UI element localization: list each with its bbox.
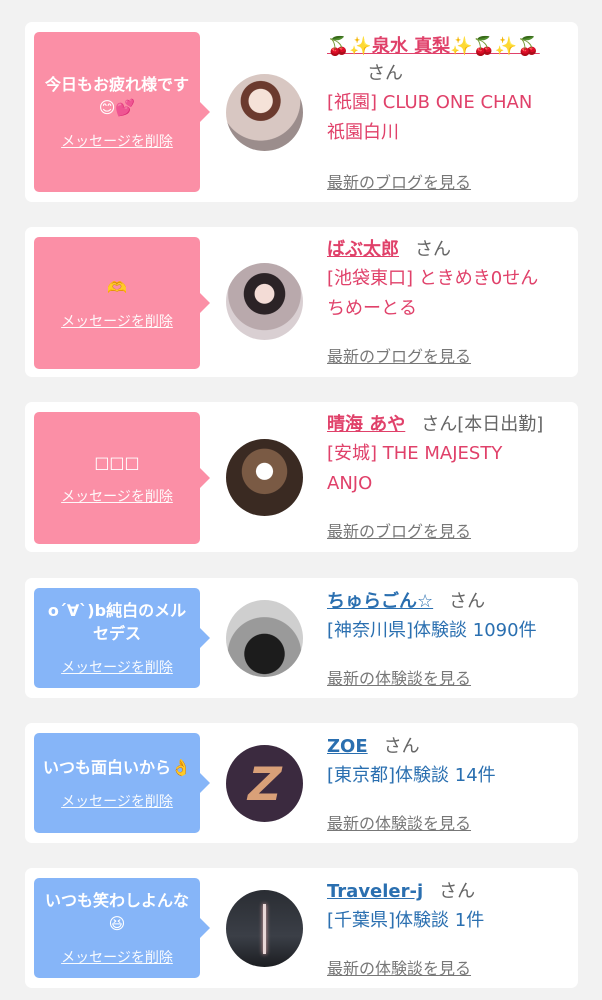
card: 🫶 メッセージを削除 ばぶ太郎 さん [池袋東口] ときめき0せん ちめーとる 最… — [25, 227, 578, 377]
delete-message-link[interactable]: メッセージを削除 — [61, 793, 173, 811]
latest-blog-link[interactable]: 最新のブログを見る — [327, 343, 471, 367]
report-count: [東京都]体験談 14件 — [327, 765, 496, 786]
message-text: いつも笑わしよんな😆 — [44, 891, 189, 933]
avatar[interactable] — [226, 263, 303, 340]
honorific: さん — [449, 591, 486, 612]
user-info: 🍒✨泉水 真梨✨🍒✨🍒 さん [祇園] CLUB ONE CHAN 祇園白川 — [327, 32, 568, 148]
avatar[interactable] — [226, 74, 303, 151]
card: □□□ メッセージを削除 晴海 あや さん[本日出勤] [安城] THE MAJE… — [25, 402, 578, 552]
shop-line: [池袋東口] ときめき0せん — [327, 268, 539, 289]
delete-message-link[interactable]: メッセージを削除 — [61, 313, 173, 331]
user-info: 晴海 あや さん[本日出勤] [安城] THE MAJESTY ANJO — [327, 410, 568, 499]
avatar[interactable] — [226, 600, 303, 677]
latest-blog-link[interactable]: 最新のブログを見る — [327, 169, 471, 193]
latest-report-link[interactable]: 最新の体験談を見る — [327, 955, 471, 979]
message-text: いつも面白いから👌 — [43, 757, 191, 777]
report-count: [神奈川県]体験談 1090件 — [327, 620, 537, 641]
tower-icon — [263, 903, 266, 954]
message-bubble: o´∀`)b純白のメルセデス メッセージを削除 — [34, 588, 210, 688]
shop-line: ちめーとる — [327, 298, 417, 319]
delete-message-link[interactable]: メッセージを削除 — [61, 949, 173, 967]
status-badge: [本日出勤] — [457, 414, 544, 435]
card: いつも面白いから👌 メッセージを削除 Z ZOE さん [東京都]体験談 14件 … — [25, 723, 578, 843]
latest-blog-link[interactable]: 最新のブログを見る — [327, 518, 471, 542]
honorific: さん — [415, 239, 451, 260]
user-name-link[interactable]: Traveler-j — [327, 881, 423, 902]
user-info: ばぶ太郎 さん [池袋東口] ときめき0せん ちめーとる — [327, 235, 568, 324]
message-bubble: 🫶 メッセージを削除 — [34, 237, 210, 369]
message-text: 今日もお疲れ様です😊💕 — [44, 75, 189, 117]
message-bubble: 今日もお疲れ様です😊💕 メッセージを削除 — [34, 32, 210, 192]
card: o´∀`)b純白のメルセデス メッセージを削除 ちゅらごん☆ さん [神奈川県]体… — [25, 578, 578, 698]
delete-message-link[interactable]: メッセージを削除 — [61, 133, 173, 151]
user-name-link[interactable]: ZOE — [327, 736, 368, 757]
shop-line: ANJO — [327, 473, 373, 494]
message-bubble: □□□ メッセージを削除 — [34, 412, 210, 544]
avatar[interactable] — [226, 890, 303, 967]
user-name-link[interactable]: 🍒✨泉水 真梨✨🍒✨🍒 — [327, 36, 540, 57]
delete-message-link[interactable]: メッセージを削除 — [61, 659, 173, 677]
latest-report-link[interactable]: 最新の体験談を見る — [327, 665, 471, 689]
card: いつも笑わしよんな😆 メッセージを削除 Traveler-j さん [千葉県]体験… — [25, 868, 578, 988]
message-bubble: いつも面白いから👌 メッセージを削除 — [34, 733, 210, 833]
honorific: さん — [439, 881, 476, 902]
shop-line: [安城] THE MAJESTY — [327, 443, 503, 464]
shop-line: 祇園白川 — [327, 122, 399, 143]
delete-message-link[interactable]: メッセージを削除 — [61, 488, 173, 506]
honorific: さん — [421, 414, 458, 435]
z-logo-icon: Z — [242, 756, 287, 811]
user-info: ZOE さん [東京都]体験談 14件 — [327, 732, 568, 791]
message-text: 🫶 — [107, 277, 127, 297]
user-info: Traveler-j さん [千葉県]体験談 1件 — [327, 877, 568, 936]
avatar[interactable] — [226, 439, 303, 516]
user-name-link[interactable]: ばぶ太郎 — [327, 239, 399, 260]
user-name-link[interactable]: 晴海 あや — [327, 414, 405, 435]
honorific: さん — [367, 63, 403, 84]
user-info: ちゅらごん☆ さん [神奈川県]体験談 1090件 — [327, 587, 568, 646]
user-name-link[interactable]: ちゅらごん☆ — [327, 591, 433, 612]
message-bubble: いつも笑わしよんな😆 メッセージを削除 — [34, 878, 210, 978]
message-text: o´∀`)b純白のメルセデス — [47, 601, 187, 643]
shop-line: [祇園] CLUB ONE CHAN — [327, 92, 533, 113]
latest-report-link[interactable]: 最新の体験談を見る — [327, 810, 471, 834]
report-count: [千葉県]体験談 1件 — [327, 910, 485, 931]
card: 今日もお疲れ様です😊💕 メッセージを削除 🍒✨泉水 真梨✨🍒✨🍒 さん [祇園]… — [25, 22, 578, 202]
avatar[interactable]: Z — [226, 745, 303, 822]
message-text: □□□ — [94, 452, 140, 472]
honorific: さん — [383, 736, 420, 757]
